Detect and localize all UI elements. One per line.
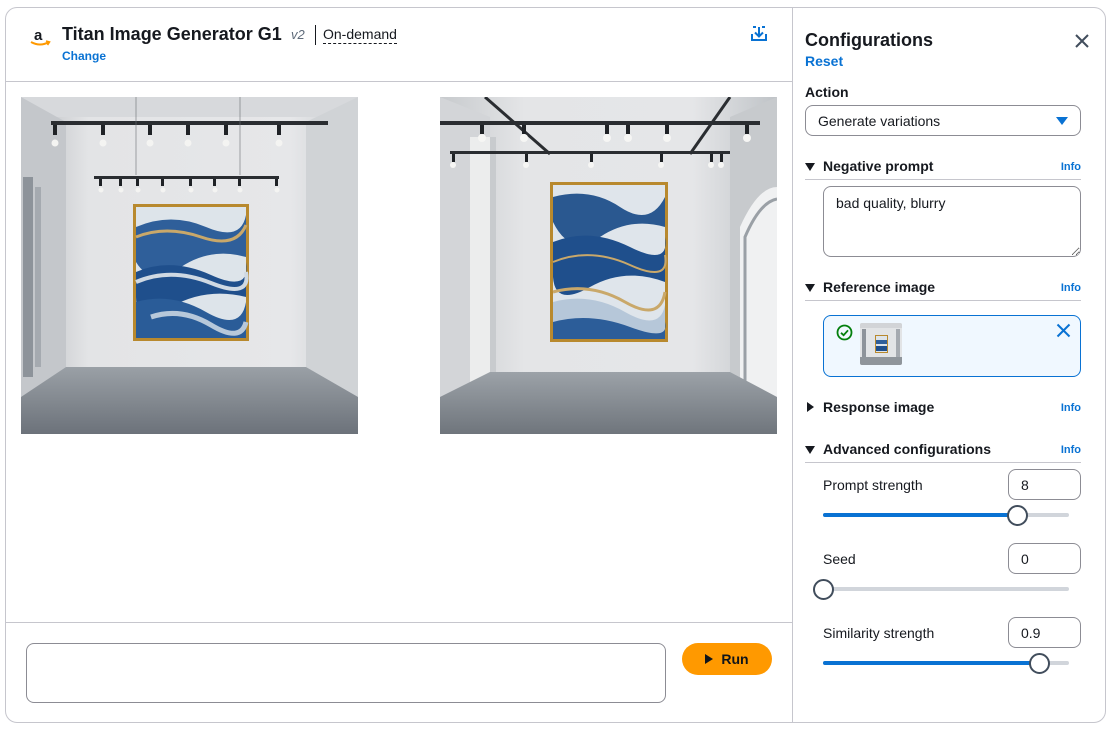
reference-image-thumbnail xyxy=(860,323,902,365)
advanced-configurations-label: Advanced configurations xyxy=(823,441,992,457)
response-image-info-link[interactable]: Info xyxy=(1061,402,1081,414)
reference-image-card xyxy=(823,315,1081,377)
model-title: Titan Image Generator G1 xyxy=(62,24,282,44)
slider-thumb[interactable] xyxy=(1007,505,1029,526)
title-divider xyxy=(315,25,316,45)
action-select[interactable]: Generate variations xyxy=(805,105,1081,136)
generated-image-2[interactable] xyxy=(440,97,777,434)
reference-image-header[interactable]: Reference image Info xyxy=(805,279,1081,301)
playground-area: a Titan Image Generator G1 v2 On-demand … xyxy=(6,8,793,722)
inference-mode-link[interactable]: On-demand xyxy=(323,26,397,44)
action-label: Action xyxy=(805,84,849,100)
expand-right-icon xyxy=(807,402,814,412)
prompt-strength-label: Prompt strength xyxy=(823,477,923,493)
prompt-input[interactable] xyxy=(26,643,666,703)
run-button[interactable]: Run xyxy=(682,643,772,675)
close-icon[interactable] xyxy=(1074,33,1090,49)
check-circle-icon xyxy=(836,324,853,341)
download-icon[interactable] xyxy=(750,25,768,43)
similarity-strength-slider[interactable] xyxy=(823,653,1069,674)
seed-input[interactable] xyxy=(1008,543,1081,574)
expand-down-icon xyxy=(805,284,815,292)
slider-track xyxy=(823,587,1069,591)
caret-down-icon xyxy=(1056,116,1068,125)
negative-prompt-header[interactable]: Negative prompt Info xyxy=(805,158,1081,180)
amazon-logo-icon: a xyxy=(30,27,51,46)
play-icon xyxy=(705,654,714,664)
seed-slider[interactable] xyxy=(813,579,1069,600)
panel-title: Configurations xyxy=(805,30,933,50)
model-version: v2 xyxy=(291,27,305,42)
configurations-panel: Configurations Reset Action Generate var… xyxy=(793,8,1105,722)
similarity-strength-label: Similarity strength xyxy=(823,625,935,641)
advanced-configurations-info-link[interactable]: Info xyxy=(1061,444,1081,456)
response-image-label: Response image xyxy=(823,399,935,415)
similarity-strength-input[interactable] xyxy=(1008,617,1081,648)
expand-down-icon xyxy=(805,163,815,171)
remove-icon[interactable] xyxy=(1056,323,1071,338)
reset-link[interactable]: Reset xyxy=(805,53,843,69)
model-header: a Titan Image Generator G1 v2 On-demand … xyxy=(6,8,793,82)
prompt-strength-slider[interactable] xyxy=(823,505,1069,526)
prompt-strength-input[interactable] xyxy=(1008,469,1081,500)
negative-prompt-input[interactable] xyxy=(823,186,1081,257)
expand-down-icon xyxy=(805,446,815,454)
reference-image-info-link[interactable]: Info xyxy=(1061,282,1081,294)
negative-prompt-info-link[interactable]: Info xyxy=(1061,161,1081,173)
run-button-label: Run xyxy=(721,651,749,667)
slider-fill xyxy=(823,661,1040,665)
svg-text:a: a xyxy=(34,27,43,44)
seed-label: Seed xyxy=(823,551,856,567)
action-select-value: Generate variations xyxy=(818,112,941,129)
slider-thumb[interactable] xyxy=(813,579,834,600)
response-image-header[interactable]: Response image Info xyxy=(805,399,1081,421)
reference-image-label: Reference image xyxy=(823,279,936,295)
advanced-configurations-header[interactable]: Advanced configurations Info xyxy=(805,441,1081,463)
slider-fill xyxy=(823,513,1018,517)
generated-image-1[interactable] xyxy=(21,97,358,434)
slider-thumb[interactable] xyxy=(1029,653,1051,674)
prompt-bar: Run xyxy=(6,622,793,722)
change-model-link[interactable]: Change xyxy=(62,49,106,63)
negative-prompt-label: Negative prompt xyxy=(823,158,934,174)
app-frame: a Titan Image Generator G1 v2 On-demand … xyxy=(5,7,1106,723)
